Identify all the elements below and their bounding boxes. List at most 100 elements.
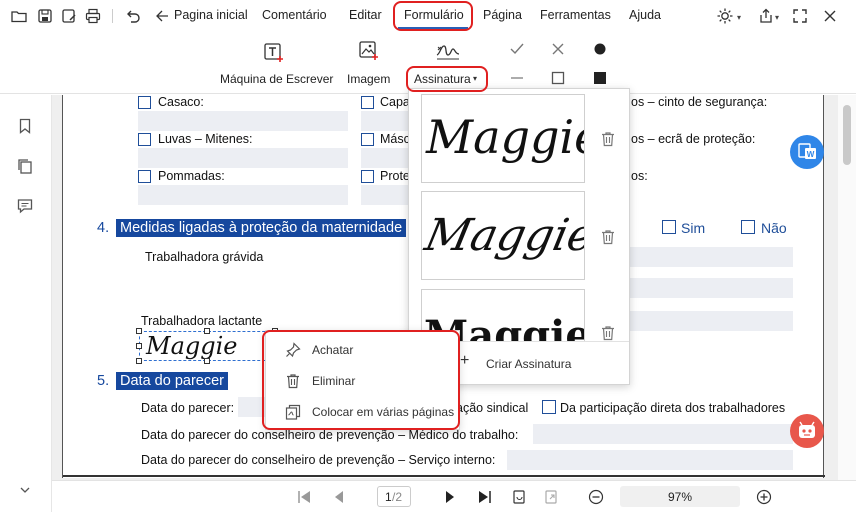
label-internal: Data do parecer do conselheiro de preven… bbox=[141, 453, 496, 467]
field-internal[interactable] bbox=[507, 450, 793, 470]
field-pregnant[interactable] bbox=[629, 247, 793, 267]
menu-tools[interactable]: Ferramentas bbox=[540, 8, 611, 22]
page-number-input[interactable]: 1 /2 bbox=[377, 486, 411, 507]
label-lactating: Trabalhadora lactante bbox=[141, 314, 263, 328]
placed-signature-text: Maggie bbox=[146, 332, 238, 360]
field-casaco[interactable] bbox=[138, 111, 348, 131]
square-filled-icon[interactable] bbox=[591, 69, 609, 87]
signature-option[interactable]: Maggie bbox=[421, 191, 585, 280]
label-nao: Não bbox=[761, 220, 787, 236]
context-item-delete[interactable]: Eliminar bbox=[266, 366, 461, 396]
convert-word-icon: W bbox=[798, 143, 816, 159]
checkbox-capa[interactable] bbox=[361, 96, 374, 109]
signature-chevron-icon[interactable]: ▾ bbox=[473, 74, 477, 83]
menu-comment[interactable]: Comentário bbox=[262, 8, 327, 22]
save-icon[interactable] bbox=[36, 7, 54, 25]
label-casaco: Casaco: bbox=[158, 95, 204, 109]
resize-handle[interactable] bbox=[204, 328, 210, 334]
zoom-out-icon[interactable] bbox=[587, 488, 605, 506]
resize-handle[interactable] bbox=[204, 358, 210, 364]
checkbox-protecao[interactable] bbox=[361, 170, 374, 183]
signature-option[interactable]: Maggie bbox=[421, 94, 585, 183]
section5-number: 5. bbox=[97, 373, 110, 389]
field-occupational[interactable] bbox=[533, 424, 793, 444]
menu-edit[interactable]: Editar bbox=[349, 8, 382, 22]
save-as-icon[interactable] bbox=[60, 7, 78, 25]
field-date[interactable] bbox=[238, 397, 268, 417]
checkbox-direct[interactable] bbox=[542, 400, 556, 414]
first-page-icon[interactable] bbox=[295, 488, 313, 506]
image-icon[interactable] bbox=[358, 40, 380, 62]
dot-icon[interactable] bbox=[591, 40, 609, 58]
checkbox-luvas[interactable] bbox=[138, 133, 151, 146]
extract-page-icon[interactable] bbox=[542, 488, 560, 506]
delete-signature-icon[interactable] bbox=[599, 130, 617, 148]
menu-form[interactable]: Formulário bbox=[404, 8, 464, 22]
close-icon[interactable] bbox=[821, 7, 839, 25]
menu-bar: Pagina inicial Comentário Editar Formulá… bbox=[0, 0, 856, 32]
active-tab-underline bbox=[398, 27, 468, 29]
checkbox-casaco[interactable] bbox=[138, 96, 151, 109]
delete-signature-icon[interactable] bbox=[599, 324, 617, 342]
convert-to-word-button[interactable]: W bbox=[790, 135, 824, 169]
next-page-icon[interactable] bbox=[441, 488, 459, 506]
scrollbar-thumb[interactable] bbox=[843, 105, 851, 165]
checkmark-icon[interactable] bbox=[508, 40, 526, 58]
resize-handle[interactable] bbox=[136, 343, 142, 349]
menu-help[interactable]: Ajuda bbox=[629, 8, 661, 22]
page-bottom-rule bbox=[63, 475, 825, 477]
share-chevron-icon[interactable]: ▾ bbox=[775, 13, 779, 22]
share-icon[interactable] bbox=[757, 7, 775, 25]
plus-icon: + bbox=[460, 352, 470, 369]
previous-page-icon[interactable] bbox=[330, 488, 348, 506]
field-lactating[interactable] bbox=[629, 311, 793, 331]
comments-icon[interactable] bbox=[16, 197, 34, 215]
open-folder-icon[interactable] bbox=[10, 7, 28, 25]
checkbox-nao[interactable] bbox=[741, 220, 755, 234]
zoom-in-icon[interactable] bbox=[755, 488, 773, 506]
context-label-delete: Eliminar bbox=[312, 374, 356, 388]
theme-sun-icon[interactable] bbox=[716, 7, 734, 25]
delete-signature-icon[interactable] bbox=[599, 228, 617, 246]
bookmark-icon[interactable] bbox=[16, 117, 34, 135]
create-signature-label[interactable]: Criar Assinatura bbox=[486, 357, 571, 371]
sidebar-collapse-icon[interactable] bbox=[16, 481, 34, 499]
typewriter-label[interactable]: Máquina de Escrever bbox=[220, 72, 333, 86]
field-pregnant-2[interactable] bbox=[629, 278, 793, 298]
signature-icon[interactable] bbox=[435, 41, 461, 61]
fullscreen-icon[interactable] bbox=[791, 7, 809, 25]
context-item-flatten[interactable]: Achatar bbox=[266, 335, 461, 365]
checkbox-mascara[interactable] bbox=[361, 133, 374, 146]
zoom-level-field[interactable]: 97% bbox=[620, 486, 740, 507]
square-outline-icon[interactable] bbox=[549, 69, 567, 87]
thumbnails-icon[interactable] bbox=[16, 157, 34, 175]
last-page-icon[interactable] bbox=[476, 488, 494, 506]
undo-icon[interactable] bbox=[124, 7, 142, 25]
label-direct: Da participação direta dos trabalhadores bbox=[560, 401, 786, 415]
resize-handle[interactable] bbox=[136, 358, 142, 364]
field-luvas[interactable] bbox=[138, 148, 348, 168]
menu-page[interactable]: Página bbox=[483, 8, 522, 22]
context-item-place-multiple[interactable]: Colocar em várias páginas bbox=[266, 397, 461, 427]
print-icon[interactable] bbox=[84, 7, 102, 25]
home-icon[interactable] bbox=[153, 7, 171, 25]
typewriter-icon[interactable] bbox=[263, 42, 285, 64]
menu-home[interactable]: Pagina inicial bbox=[174, 8, 248, 22]
vertical-scrollbar[interactable] bbox=[838, 95, 856, 480]
checkbox-sim[interactable] bbox=[662, 220, 676, 234]
signature-label[interactable]: Assinatura bbox=[414, 72, 471, 86]
line-icon[interactable] bbox=[508, 69, 526, 87]
label-mascara: Másc bbox=[380, 132, 410, 146]
label-pregnant: Trabalhadora grávida bbox=[145, 250, 264, 264]
field-pommadas[interactable] bbox=[138, 185, 348, 205]
cross-mark-icon[interactable] bbox=[549, 40, 567, 58]
ai-assistant-button[interactable] bbox=[790, 414, 824, 448]
theme-chevron-icon[interactable]: ▾ bbox=[737, 13, 741, 22]
image-label[interactable]: Imagem bbox=[347, 72, 390, 86]
label-pommadas: Pommadas: bbox=[158, 169, 225, 183]
checkbox-pommadas[interactable] bbox=[138, 170, 151, 183]
placed-signature-selection[interactable]: Maggie bbox=[139, 331, 275, 361]
resize-handle[interactable] bbox=[136, 328, 142, 334]
rotate-view-icon[interactable] bbox=[510, 488, 528, 506]
label-union: ação sindical bbox=[456, 401, 529, 415]
